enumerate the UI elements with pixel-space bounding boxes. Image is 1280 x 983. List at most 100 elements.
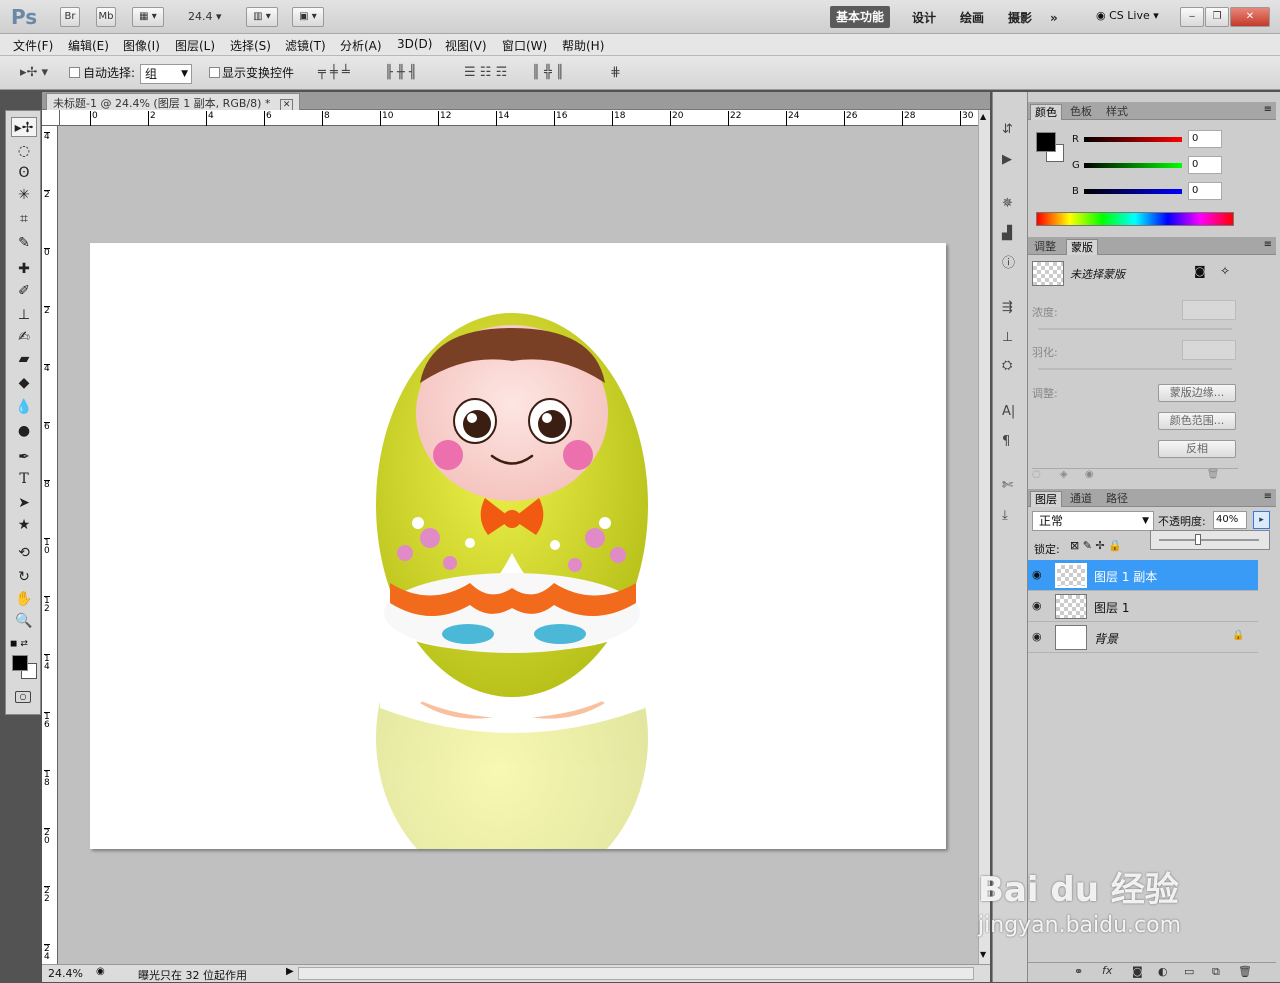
tab-styles[interactable]: 样式 — [1102, 104, 1132, 120]
minimize-button[interactable]: ‒ — [1180, 7, 1204, 27]
cs-live-button[interactable]: ◉ CS Live ▾ — [1096, 9, 1159, 22]
vertical-scrollbar[interactable]: ▲ ▼ — [978, 110, 990, 964]
scroll-down-icon[interactable]: ▼ — [980, 950, 986, 959]
tab-color[interactable]: 颜色 — [1030, 104, 1062, 120]
vertical-ruler[interactable]: 4 2 0 2 4 6 8 1 0 1 2 1 4 1 6 1 8 2 0 2 2 2 4 — [42, 126, 58, 964]
menu-select[interactable]: 选择(S) — [230, 37, 271, 54]
align-top-icon[interactable]: ╤ ╪ ╧ — [318, 65, 350, 81]
tab-paths[interactable]: 路径 — [1102, 491, 1132, 507]
paragraph-panel-icon[interactable]: ¶ — [1002, 434, 1010, 450]
menu-edit[interactable]: 编辑(E) — [68, 37, 109, 54]
fg-color-box[interactable] — [1036, 132, 1056, 152]
density-input[interactable] — [1182, 300, 1236, 320]
opacity-slider-thumb[interactable] — [1195, 534, 1201, 545]
eyedropper-icon[interactable]: ✎ — [11, 233, 37, 253]
clone-stamp-icon[interactable]: ⊥ — [11, 305, 37, 325]
navigator-panel-icon[interactable]: ✵ — [1002, 196, 1013, 212]
adjustment-layer-icon[interactable]: ◐ — [1158, 965, 1168, 978]
mini-bridge-button[interactable]: Mb — [96, 7, 116, 27]
3d-orbit-icon[interactable]: ↻ — [11, 567, 37, 587]
status-menu-arrow-icon[interactable]: ▶ — [286, 966, 294, 977]
shape-tool-icon[interactable]: ★ — [11, 515, 37, 535]
r-input[interactable]: 0 — [1188, 130, 1222, 148]
move-tool-icon[interactable]: ▸✢ — [11, 117, 37, 137]
panel-menu-icon[interactable]: ≡ — [1264, 104, 1272, 115]
restore-button[interactable]: ❐ — [1205, 7, 1229, 27]
pixel-mask-icon[interactable]: ◙ — [1194, 264, 1206, 278]
g-slider[interactable] — [1084, 163, 1182, 168]
layer-row-background[interactable]: ◉ 背景 🔒 — [1028, 622, 1258, 653]
menu-filter[interactable]: 滤镜(T) — [285, 37, 326, 54]
delete-layer-icon[interactable]: 🗑 — [1238, 965, 1252, 978]
tab-channels[interactable]: 通道 — [1066, 491, 1096, 507]
type-tool-icon[interactable]: T — [11, 469, 37, 489]
healing-brush-icon[interactable]: ✚ — [11, 259, 37, 279]
blur-tool-icon[interactable]: 💧 — [11, 397, 37, 417]
horizontal-scrollbar[interactable] — [298, 967, 974, 980]
link-layers-icon[interactable]: ⚭ — [1074, 965, 1083, 978]
color-spectrum[interactable] — [1036, 212, 1234, 226]
move-tool-preset-icon[interactable]: ▸✢ ▾ — [20, 65, 48, 81]
mask-edge-button[interactable]: 蒙版边缘... — [1158, 384, 1236, 402]
clone-source-panel-icon[interactable]: ⊥ — [1002, 330, 1013, 346]
actions-panel-icon[interactable]: ▶ — [1002, 152, 1012, 168]
default-colors-icon[interactable]: ◼ ⇄ — [10, 639, 28, 649]
hand-tool-icon[interactable]: ✋ — [11, 589, 37, 609]
lasso-tool-icon[interactable]: ʘ — [11, 163, 37, 183]
history-panel-icon[interactable]: ⇵ — [1002, 122, 1013, 138]
align-left-icon[interactable]: ╟ ╫ ╢ — [385, 65, 417, 81]
opacity-arrow-icon[interactable]: ▸ — [1253, 511, 1270, 529]
character-panel-icon[interactable]: A| — [1002, 404, 1015, 420]
b-input[interactable]: 0 — [1188, 182, 1222, 200]
zoom-tool-icon[interactable]: 🔍 — [11, 611, 37, 631]
load-selection-icon[interactable]: ◌ — [1032, 469, 1041, 480]
path-selection-icon[interactable]: ➤ — [11, 493, 37, 513]
screen-mode-button[interactable]: ▣ ▾ — [292, 7, 324, 27]
eye-icon[interactable]: ◉ — [1032, 568, 1042, 581]
bridge-button[interactable]: Br — [60, 7, 80, 27]
opacity-slider-popup[interactable] — [1150, 530, 1270, 550]
close-button[interactable]: ✕ — [1230, 7, 1270, 27]
horizontal-ruler[interactable]: 0 2 4 6 8 10 12 14 16 18 20 22 24 26 28 30 — [60, 110, 978, 126]
workspace-essentials[interactable]: 基本功能 — [830, 6, 891, 28]
r-slider[interactable] — [1084, 137, 1182, 142]
workspace-photography[interactable]: 摄影 — [1008, 8, 1032, 28]
menu-3d[interactable]: 3D(D) — [397, 37, 432, 51]
fx-icon[interactable]: fx — [1102, 964, 1112, 977]
panel-menu-icon[interactable]: ≡ — [1264, 239, 1272, 250]
auto-select-checkbox[interactable] — [69, 67, 80, 78]
brush-tool-icon[interactable]: ✐ — [11, 281, 37, 301]
layer-row-layer1-copy[interactable]: ◉ 图层 1 副本 — [1028, 560, 1258, 591]
history-brush-icon[interactable]: ✍ — [11, 327, 37, 347]
3d-rotate-icon[interactable]: ⟲ — [11, 543, 37, 563]
magic-wand-icon[interactable]: ✳ — [11, 185, 37, 205]
show-transform-checkbox[interactable] — [209, 67, 220, 78]
layer-row-layer1[interactable]: ◉ 图层 1 — [1028, 591, 1258, 622]
foreground-color-swatch[interactable] — [12, 655, 28, 671]
arrange-documents-button[interactable]: ▥ ▾ — [246, 7, 278, 27]
menu-image[interactable]: 图像(I) — [123, 37, 160, 54]
image-canvas[interactable] — [90, 243, 946, 849]
menu-window[interactable]: 窗口(W) — [502, 37, 547, 54]
new-group-icon[interactable]: ▭ — [1184, 965, 1194, 978]
marquee-tool-icon[interactable]: ◌ — [11, 141, 37, 161]
g-input[interactable]: 0 — [1188, 156, 1222, 174]
disable-mask-icon[interactable]: ◉ — [1085, 469, 1094, 480]
auto-align-icon[interactable]: ⋕ — [610, 65, 621, 81]
eye-icon[interactable]: ◉ — [1032, 599, 1042, 612]
tab-swatches[interactable]: 色板 — [1066, 104, 1096, 120]
eye-icon[interactable]: ◉ — [1032, 630, 1042, 643]
add-mask-icon[interactable]: ◙ — [1132, 965, 1143, 978]
paint-bucket-icon[interactable]: ◆ — [11, 373, 37, 393]
scroll-up-icon[interactable]: ▲ — [980, 112, 986, 121]
zoom-level-dropdown[interactable]: 24.4 ▾ — [188, 10, 222, 23]
menu-help[interactable]: 帮助(H) — [562, 37, 604, 54]
panel-menu-icon[interactable]: ≡ — [1264, 491, 1272, 502]
info-panel-icon[interactable]: ⓘ — [1002, 256, 1015, 272]
new-layer-icon[interactable]: ⧉ — [1212, 965, 1220, 979]
dodge-tool-icon[interactable]: ● — [11, 421, 37, 441]
eraser-icon[interactable]: ▰ — [11, 349, 37, 369]
workspace-design[interactable]: 设计 — [912, 8, 936, 28]
blend-mode-dropdown[interactable]: 正常 ▼ — [1032, 511, 1154, 531]
view-extras-button[interactable]: ▦ ▾ — [132, 7, 164, 27]
